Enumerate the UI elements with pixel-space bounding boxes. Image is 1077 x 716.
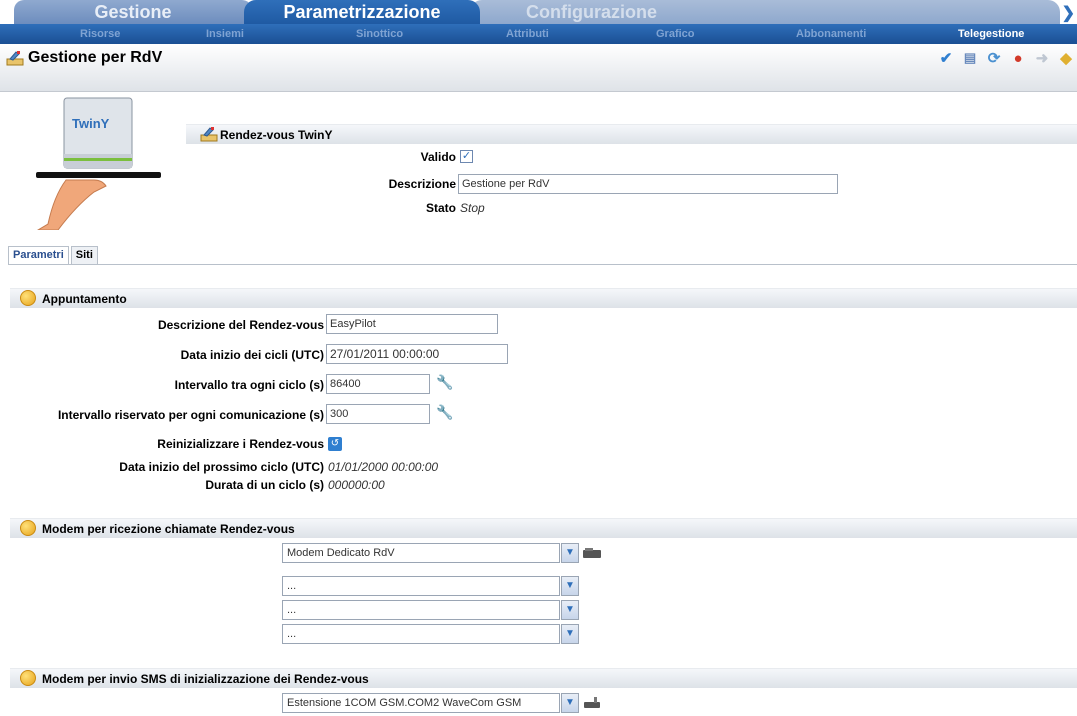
section-modem-sms-header: Modem per invio SMS di inizializzazione …: [10, 668, 1077, 688]
chevron-down-icon[interactable]: ▼: [561, 693, 579, 713]
modem-select-3-value: ...: [287, 604, 297, 616]
device-image: TwinY: [36, 97, 161, 230]
section-appuntamento-header: Appuntamento: [10, 288, 1077, 308]
tag-icon[interactable]: ◆: [1057, 49, 1075, 67]
section-rdv-header: Rendez-vous TwinY: [186, 124, 1077, 144]
valido-label: Valido: [420, 150, 456, 164]
modem-select-4-value: ...: [287, 628, 297, 640]
clock-icon: [20, 290, 36, 306]
section-modem-ricezione-title: Modem per ricezione chiamate Rendez-vous: [42, 522, 295, 536]
data-inizio-input[interactable]: [326, 344, 508, 364]
toolbar: ✔ ▤ ⟳ ● ➜ ◆: [937, 49, 1075, 68]
tab-strip: Parametri Siti: [8, 246, 100, 264]
riservato-input[interactable]: [326, 404, 430, 424]
modem-select-2[interactable]: ... ▼: [282, 576, 579, 596]
modem-sms-select-value: Estensione 1COM GSM.COM2 WaveCom GSM: [287, 697, 522, 709]
chevron-down-icon[interactable]: ▼: [561, 576, 579, 596]
submenu-attributi[interactable]: Attributi: [506, 24, 549, 44]
intervallo-label: Intervallo tra ogni ciclo (s): [174, 378, 324, 392]
chevron-down-icon[interactable]: ▼: [561, 624, 579, 644]
document-edit-icon: [200, 127, 218, 142]
page-header: Gestione per RdV ✔ ▤ ⟳ ● ➜ ◆: [0, 44, 1077, 92]
submenu-grafico[interactable]: Grafico: [656, 24, 695, 44]
tab-siti[interactable]: Siti: [70, 246, 98, 264]
document-edit-icon: [6, 51, 24, 66]
section-modem-sms-title: Modem per invio SMS di inizializzazione …: [42, 672, 369, 686]
wrench-icon[interactable]: 🔧: [436, 374, 453, 390]
section-modem-ricezione-header: Modem per ricezione chiamate Rendez-vous: [10, 518, 1077, 538]
submenu-abbonamenti[interactable]: Abbonamenti: [796, 24, 866, 44]
refresh-icon[interactable]: ⟳: [985, 49, 1003, 67]
sub-menu: Risorse Insiemi Sinottico Attributi Graf…: [0, 24, 1077, 44]
submenu-telegestione[interactable]: Telegestione: [958, 24, 1024, 44]
desc-rdv-label: Descrizione del Rendez-vous: [157, 318, 324, 332]
tab-parametri[interactable]: Parametri: [8, 246, 69, 264]
reinit-label: Reinizializzare i Rendez-vous: [157, 437, 324, 451]
page-title: Gestione per RdV: [28, 49, 163, 66]
chevron-right-icon[interactable]: ❯: [1062, 3, 1075, 23]
durata-value: 000000:00: [328, 478, 385, 492]
top-tab-bar: Gestione Configurazione Parametrizzazion…: [0, 0, 1077, 24]
tab-parametrizzazione[interactable]: Parametrizzazione: [244, 0, 480, 24]
document-icon[interactable]: ▤: [961, 49, 979, 67]
clock-icon: [20, 520, 36, 536]
chevron-down-icon[interactable]: ▼: [561, 600, 579, 620]
help-icon[interactable]: ●: [1009, 49, 1027, 67]
intervallo-input[interactable]: [326, 374, 430, 394]
modem-select-3[interactable]: ... ▼: [282, 600, 579, 620]
prossimo-label: Data inizio del prossimo ciclo (UTC): [119, 460, 324, 474]
tab-gestione[interactable]: Gestione: [14, 0, 252, 24]
device-logo-text: TwinY: [72, 116, 110, 131]
durata-label: Durata di un ciclo (s): [205, 478, 324, 492]
reset-icon[interactable]: ↺: [328, 437, 342, 451]
wrench-icon[interactable]: 🔧: [436, 404, 453, 420]
modem-select-2-value: ...: [287, 580, 297, 592]
valido-checkbox[interactable]: ✓: [460, 150, 473, 163]
tab-configurazione[interactable]: Configurazione: [470, 0, 1060, 24]
tab-divider: [8, 264, 1077, 265]
descrizione-label: Descrizione: [388, 177, 456, 191]
prossimo-value: 01/01/2000 00:00:00: [328, 460, 439, 474]
stato-value: Stop: [460, 201, 485, 215]
modem-select-4[interactable]: ... ▼: [282, 624, 579, 644]
desc-rdv-input[interactable]: [326, 314, 498, 334]
submenu-risorse[interactable]: Risorse: [80, 24, 120, 44]
check-icon[interactable]: ✔: [937, 49, 955, 67]
modem-select-1[interactable]: Modem Dedicato RdV ▼: [282, 543, 579, 563]
modem-sms-select[interactable]: Estensione 1COM GSM.COM2 WaveCom GSM ▼: [282, 693, 579, 713]
section-rdv-title: Rendez-vous TwinY: [220, 128, 333, 142]
clock-icon: [20, 670, 36, 686]
modem-select-1-value: Modem Dedicato RdV: [287, 547, 395, 559]
submenu-insiemi[interactable]: Insiemi: [206, 24, 244, 44]
data-inizio-label: Data inizio dei cicli (UTC): [180, 348, 324, 362]
stato-label: Stato: [426, 201, 456, 215]
arrow-icon[interactable]: ➜: [1033, 49, 1051, 67]
descrizione-input[interactable]: [458, 174, 838, 194]
chevron-down-icon[interactable]: ▼: [561, 543, 579, 563]
section-appuntamento-title: Appuntamento: [42, 292, 127, 306]
modem-icon: [583, 548, 601, 558]
submenu-sinottico[interactable]: Sinottico: [356, 24, 403, 44]
riservato-label: Intervallo riservato per ogni comunicazi…: [57, 408, 324, 422]
phone-icon: [584, 697, 600, 708]
